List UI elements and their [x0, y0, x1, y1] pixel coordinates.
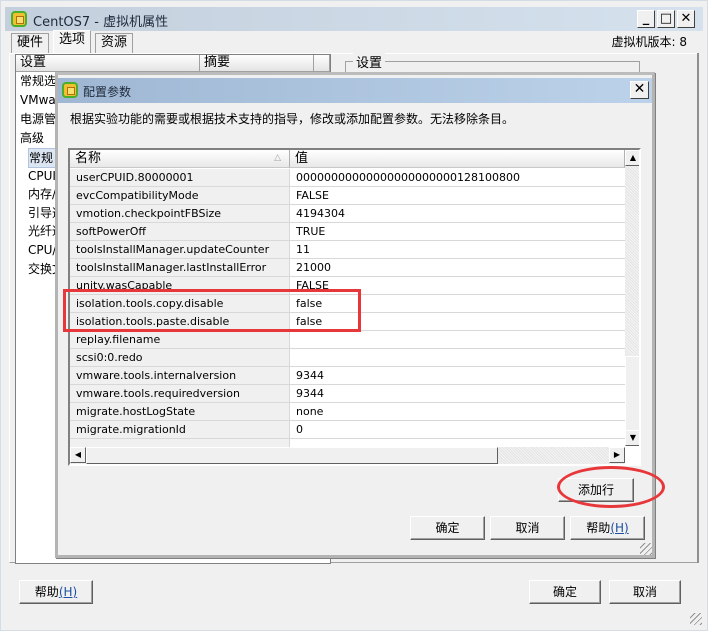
tab-resources[interactable]: 资源	[95, 33, 134, 53]
param-value-cell[interactable]: 21000	[290, 259, 625, 276]
param-value-cell[interactable]: 0	[290, 421, 625, 438]
settings-list-item[interactable]: VMware Tools	[20, 91, 60, 109]
settings-column-header[interactable]: 设置	[16, 55, 200, 72]
table-row[interactable]: softPowerOff TRUE	[70, 223, 625, 241]
param-value-cell[interactable]: FALSE	[290, 187, 625, 204]
param-name-cell: vmware.tools.requiredversion	[70, 385, 290, 402]
param-name-cell: migrate.migrationId	[70, 421, 290, 438]
outer-ok-button[interactable]: 确定	[529, 580, 601, 604]
table-row[interactable]: vmware.tools.requiredversion 9344	[70, 385, 625, 403]
dialog-title-bar[interactable]: 配置参数 ✕	[58, 78, 652, 103]
settings-list-item[interactable]: 高级	[20, 129, 60, 147]
table-row[interactable]: migrate.hostLogState none	[70, 403, 625, 421]
scroll-left-button[interactable]: ◀	[70, 447, 86, 463]
settings-list-item[interactable]: 电源管理	[20, 110, 60, 128]
close-button[interactable]: ✕	[677, 10, 695, 28]
scroll-up-button[interactable]: ▲	[625, 150, 639, 166]
summary-column-header[interactable]: 摘要	[200, 55, 314, 72]
param-name-cell: vmotion.checkpointFBSize	[70, 205, 290, 222]
settings-group-label: 设置	[353, 52, 386, 71]
param-name-cell: scsi0:0.redo	[70, 349, 290, 366]
outer-help-button[interactable]: 帮助(H)	[19, 580, 93, 604]
dialog-close-button[interactable]: ✕	[630, 81, 649, 99]
help-hotkey: (H)	[610, 521, 629, 535]
tab-hardware[interactable]: 硬件	[11, 33, 50, 53]
vertical-scroll-thumb[interactable]	[625, 356, 639, 431]
window-title-bar[interactable]: CentOS7 - 虚拟机属性 _ □ ✕	[5, 7, 703, 31]
param-name-cell: userCPUID.80000001	[70, 169, 290, 186]
tab-options[interactable]: 选项	[53, 30, 92, 54]
param-value-cell[interactable]: 9344	[290, 385, 625, 402]
table-row[interactable]: evcCompatibilityMode FALSE	[70, 187, 625, 205]
table-row[interactable]: vmotion.checkpointFBSize 4194304	[70, 205, 625, 223]
table-row[interactable]: replay.filename	[70, 331, 625, 349]
param-value-cell[interactable]: 9344	[290, 367, 625, 384]
param-name-cell: toolsInstallManager.lastInstallError	[70, 259, 290, 276]
help-label: 帮助	[586, 521, 611, 535]
scroll-down-button[interactable]: ▼	[625, 430, 639, 446]
param-value-cell[interactable]: 11	[290, 241, 625, 258]
help-hotkey: (H)	[58, 585, 78, 599]
table-row[interactable]: vmware.tools.internalversion 9344	[70, 367, 625, 385]
dialog-help-button[interactable]: 帮助(H)	[570, 516, 645, 540]
param-name-cell: softPowerOff	[70, 223, 290, 240]
param-name-cell: toolsInstallManager.updateCounter	[70, 241, 290, 258]
table-row[interactable]: scsi0:0.redo	[70, 349, 625, 367]
list-header-filler	[314, 55, 330, 72]
vsphere-app-icon	[62, 82, 78, 98]
window-title: CentOS7 - 虚拟机属性	[33, 15, 169, 30]
name-header-label: 名称	[75, 151, 102, 166]
help-label: 帮助	[34, 585, 59, 599]
param-value-cell[interactable]: none	[290, 403, 625, 420]
sort-ascending-icon: △	[274, 153, 281, 163]
dialog-description: 根据实验功能的需要或根据技术支持的指导，修改或添加配置参数。无法移除条目。	[70, 112, 515, 126]
maximize-button[interactable]: □	[657, 10, 675, 28]
name-column-header[interactable]: 名称 △	[70, 150, 290, 168]
param-value-cell[interactable]	[290, 331, 625, 348]
param-name-cell: replay.filename	[70, 331, 290, 348]
outer-cancel-button[interactable]: 取消	[609, 580, 681, 604]
vm-version-label: 虚拟机版本: 8	[611, 35, 688, 49]
param-value-cell[interactable]: TRUE	[290, 223, 625, 240]
scroll-right-button[interactable]: ▶	[609, 447, 625, 463]
param-value-cell[interactable]: 4194304	[290, 205, 625, 222]
minimize-button[interactable]: _	[637, 10, 655, 28]
window-resize-grip[interactable]	[690, 613, 702, 625]
value-column-header[interactable]: 值	[290, 150, 625, 168]
param-name-cell: evcCompatibilityMode	[70, 187, 290, 204]
highlight-ellipse-add-row	[557, 466, 665, 508]
param-value-cell[interactable]: 00000000000000000000000128100800	[290, 169, 625, 186]
highlight-box-isolation-rows	[63, 289, 361, 332]
dialog-ok-button[interactable]: 确定	[410, 516, 485, 540]
table-row[interactable]: userCPUID.80000001 0000000000000000000000…	[70, 169, 625, 187]
table-row[interactable]: toolsInstallManager.lastInstallError 2100…	[70, 259, 625, 277]
horizontal-scroll-thumb[interactable]	[86, 447, 498, 464]
vsphere-app-icon	[11, 11, 27, 27]
param-name-cell: migrate.hostLogState	[70, 403, 290, 420]
dialog-title: 配置参数	[83, 85, 132, 99]
table-row[interactable]: migrate.migrationId 0	[70, 421, 625, 439]
param-name-cell: vmware.tools.internalversion	[70, 367, 290, 384]
param-value-cell[interactable]	[290, 349, 625, 366]
dialog-cancel-button[interactable]: 取消	[490, 516, 565, 540]
dialog-resize-grip[interactable]	[640, 543, 652, 555]
table-row[interactable]: toolsInstallManager.updateCounter 11	[70, 241, 625, 259]
settings-list-item[interactable]: 常规选项	[20, 72, 60, 90]
